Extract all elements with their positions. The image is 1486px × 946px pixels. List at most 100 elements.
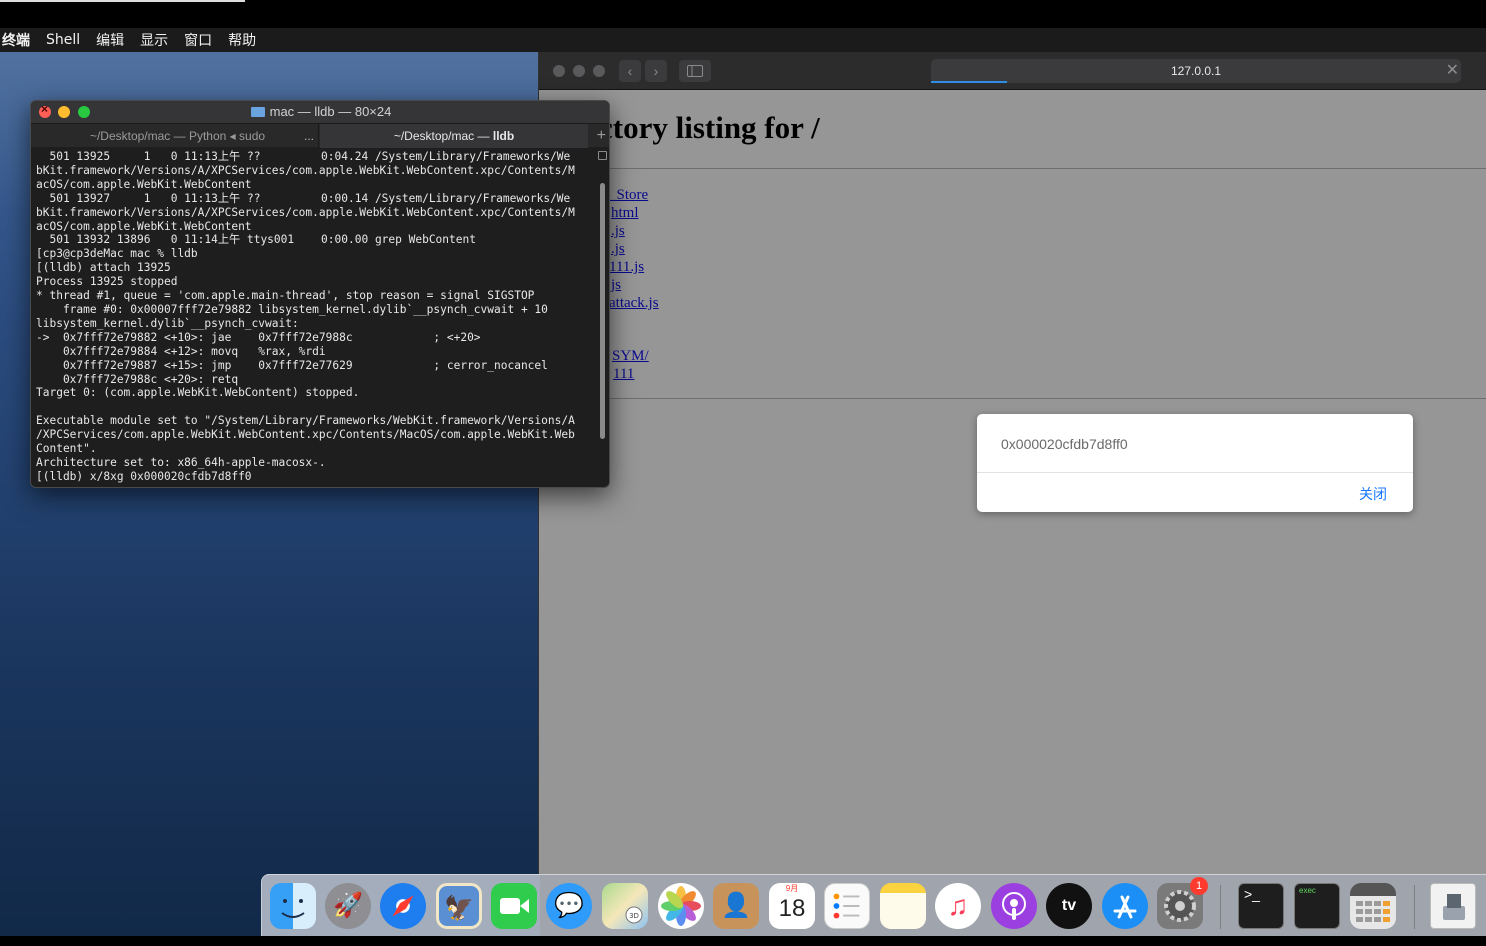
terminal-output[interactable]: 501 13925 1 0 11:13上午 ?? 0:04.24 /System… <box>36 150 596 486</box>
notes-icon[interactable] <box>880 883 926 929</box>
folder-icon <box>250 107 265 117</box>
menu-help[interactable]: 帮助 <box>220 30 264 50</box>
maps-icon[interactable]: 3D <box>602 883 648 929</box>
dock-separator <box>1220 885 1221 929</box>
terminal-line: Process 13925 stopped <box>36 275 178 289</box>
file-link[interactable]: js <box>611 277 621 294</box>
menu-view[interactable]: 显示 <box>132 30 176 50</box>
tab-label: ~/Desktop/mac — <box>393 129 493 143</box>
menu-bar: 终端 Shell 编辑 显示 窗口 帮助 <box>0 28 1486 52</box>
terminal-line: [(lldb) attach 13925 <box>36 261 171 275</box>
launchpad-icon[interactable]: 🚀 <box>325 883 371 929</box>
terminal-line: Content". <box>36 442 97 456</box>
menu-shell[interactable]: Shell <box>38 32 88 48</box>
menu-edit[interactable]: 编辑 <box>88 30 132 50</box>
facetime-icon[interactable] <box>491 883 537 929</box>
music-icon[interactable]: ♫ <box>935 883 981 929</box>
window-minimize-button[interactable] <box>573 65 585 77</box>
podcasts-icon[interactable] <box>991 883 1037 929</box>
menu-window[interactable]: 窗口 <box>176 30 220 50</box>
file-link[interactable]: 111 <box>613 366 634 383</box>
scroll-marker-icon <box>598 151 607 160</box>
menu-terminal[interactable]: 终端 <box>0 30 38 50</box>
dock: 🚀 🦅 💬 3D 👤 9月 18 ♫ tv 1 >_ exec <box>261 874 1486 936</box>
window-close-button[interactable] <box>553 65 565 77</box>
terminal-line: frame #0: 0x00007fff72e79882 libsystem_k… <box>36 302 548 316</box>
terminal-line: Architecture set to: x86_64h-apple-macos… <box>36 455 326 469</box>
finder-icon[interactable] <box>270 883 316 929</box>
notification-badge: 1 <box>1190 877 1208 895</box>
terminal-line: acOS/com.apple.WebKit.WebContent <box>36 219 252 233</box>
forward-button[interactable]: › <box>645 60 667 82</box>
tab-label-bold: lldb <box>492 129 515 143</box>
terminal-line: [cp3@cp3deMac mac % lldb <box>36 247 198 261</box>
terminal-line: * thread #1, queue = 'com.apple.main-thr… <box>36 289 535 303</box>
terminal-titlebar: mac — lldb — 80×24 <box>31 101 609 123</box>
window-zoom-button[interactable] <box>593 65 605 77</box>
top-strip <box>0 0 1486 28</box>
terminal-line: 501 13927 1 0 11:13上午 ?? 0:00.14 /System… <box>36 191 571 205</box>
photos-icon[interactable] <box>658 883 704 929</box>
alert-message: 0x000020cfdb7d8ff0 <box>1001 436 1128 452</box>
back-button[interactable]: ‹ <box>619 60 641 82</box>
terminal-line: Executable module set to "/System/Librar… <box>36 414 575 428</box>
svg-text:3D: 3D <box>629 912 639 920</box>
new-tab-icon[interactable]: + <box>597 124 606 148</box>
terminal-line: 0x7fff72e7988c <+20>: retq <box>36 372 239 386</box>
sidebar-toggle-icon[interactable] <box>679 60 711 82</box>
terminal-window: mac — lldb — 80×24 ~/Desktop/mac — Pytho… <box>30 100 610 488</box>
window-zoom-button[interactable] <box>78 106 90 118</box>
tab-lldb[interactable]: ~/Desktop/mac — lldb <box>320 124 588 148</box>
contacts-icon[interactable]: 👤 <box>713 883 759 929</box>
terminal-line: bKit.framework/Versions/A/XPCServices/co… <box>36 205 575 219</box>
terminal-title: mac — lldb — 80×24 <box>31 101 609 123</box>
file-link[interactable]: _Store <box>609 187 648 204</box>
terminal-app-icon[interactable]: >_ <box>1238 883 1284 929</box>
file-link[interactable]: .js <box>611 241 625 258</box>
tv-label: tv <box>1061 897 1077 914</box>
browser-toolbar: ‹ › 127.0.0.1 ✕ <box>539 52 1486 90</box>
scrollbar-thumb[interactable] <box>600 183 605 439</box>
calculator-icon[interactable] <box>1350 883 1396 929</box>
alert-dialog: 0x000020cfdb7d8ff0 关闭 <box>977 414 1413 512</box>
downloads-stack-icon[interactable] <box>1430 883 1476 929</box>
calendar-icon[interactable]: 9月 18 <box>769 883 815 929</box>
alert-close-button[interactable]: 关闭 <box>1359 484 1387 504</box>
preview-icon[interactable]: 🦅 <box>436 883 482 929</box>
dock-separator <box>1414 885 1415 929</box>
messages-icon[interactable]: 💬 <box>546 883 592 929</box>
terminal-line: 0x7fff72e79884 <+12>: movq %rax, %rdi <box>36 344 326 358</box>
tab-python-sudo[interactable]: ~/Desktop/mac — Python ◂ sudo ... <box>37 124 319 148</box>
reminders-icon[interactable] <box>824 883 870 929</box>
exec-label: exec <box>1299 886 1316 895</box>
file-link[interactable]: 111.js <box>609 259 644 276</box>
terminal-line: /XPCServices/com.apple.WebKit.WebContent… <box>36 428 575 442</box>
terminal-line: libsystem_kernel.dylib`__psynch_cvwait: <box>36 316 299 330</box>
calendar-day: 18 <box>778 895 806 922</box>
address-bar[interactable]: 127.0.0.1 <box>931 59 1461 83</box>
terminal-line: Target 0: (com.apple.WebKit.WebContent) … <box>36 386 360 400</box>
terminal-line: bKit.framework/Versions/A/XPCServices/co… <box>36 163 575 177</box>
app-store-icon[interactable] <box>1102 883 1148 929</box>
tab-overflow-indicator: ... <box>303 129 314 143</box>
file-link[interactable]: attack.js <box>609 295 659 312</box>
window-close-button[interactable] <box>39 102 51 118</box>
window-minimize-button[interactable] <box>58 106 70 118</box>
exec-icon[interactable]: exec <box>1294 883 1340 929</box>
file-link[interactable]: .js <box>611 223 625 240</box>
terminal-line: 501 13925 1 0 11:13上午 ?? 0:04.24 /System… <box>36 150 571 163</box>
divider <box>539 168 1486 169</box>
stop-loading-icon[interactable]: ✕ <box>1446 59 1459 83</box>
address-text: 127.0.0.1 <box>1170 64 1222 78</box>
terminal-tab-bar: ~/Desktop/mac — Python ◂ sudo ... ~/Desk… <box>31 123 609 148</box>
safari-icon[interactable] <box>380 883 426 929</box>
terminal-scrollbar[interactable] <box>598 149 607 487</box>
file-link[interactable]: html <box>611 205 639 222</box>
terminal-line: acOS/com.apple.WebKit.WebContent <box>36 177 252 191</box>
file-link[interactable]: SYM/ <box>612 348 649 365</box>
terminal-line: 501 13932 13896 0 11:14上午 ttys001 0:00.0… <box>36 233 476 247</box>
terminal-line: 0x7fff72e79887 <+15>: jmp 0x7fff72e77629… <box>36 358 548 372</box>
tv-icon[interactable]: tv <box>1046 883 1092 929</box>
page-title: ctory listing for / <box>599 110 820 145</box>
